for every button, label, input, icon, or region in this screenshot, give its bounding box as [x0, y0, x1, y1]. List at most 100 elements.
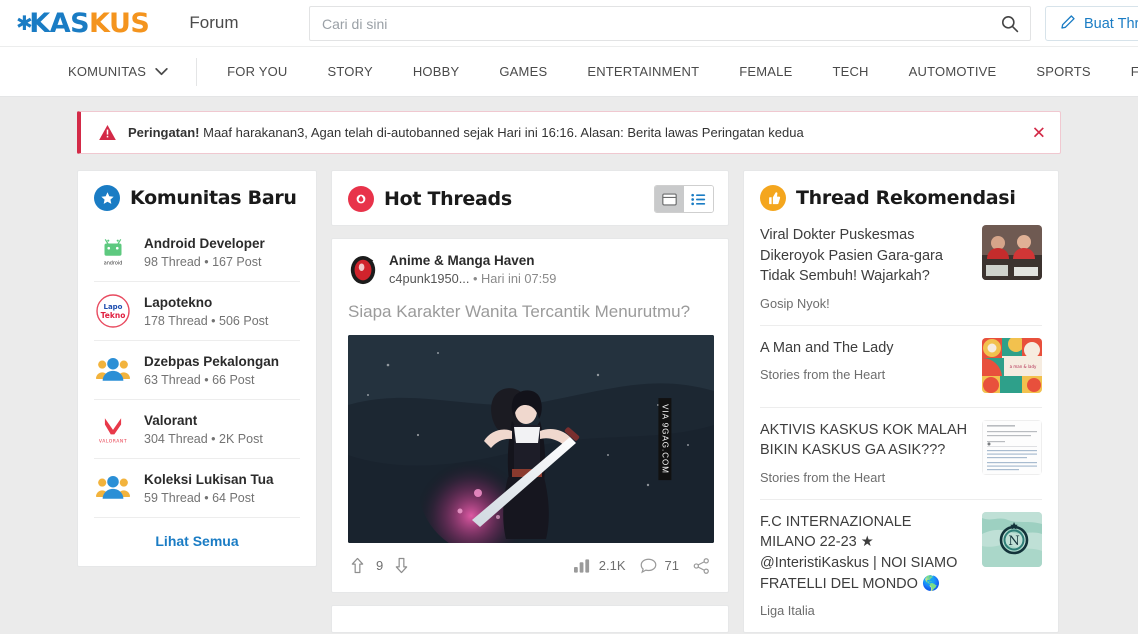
upvote-icon[interactable]: [350, 557, 365, 574]
warning-banner-bold: Peringatan!: [128, 125, 200, 140]
comment-count: 71: [664, 558, 679, 574]
warning-banner-text: Peringatan! Maaf harakanan3, Agan telah …: [128, 125, 804, 140]
thumbnail: [982, 225, 1042, 280]
downvote-icon[interactable]: [394, 557, 409, 574]
nav-komunitas-label: KOMUNITAS: [68, 63, 147, 79]
list-item-text: F.C INTERNAZIONALE MILANO 22-23 ★ @Inter…: [760, 512, 970, 618]
nav-item-for-you[interactable]: FOR YOU: [227, 64, 287, 79]
komunitas-baru-header: Komunitas Baru: [78, 171, 316, 223]
list-item[interactable]: VALORANT Valorant 304 Thread • 2K Post: [94, 400, 300, 459]
list-item[interactable]: Viral Dokter Puskesmas Dikeroyok Pasien …: [760, 223, 1042, 326]
left-sidebar: Komunitas Baru android Android Developer…: [77, 170, 317, 567]
svg-text:a man & lady: a man & lady: [1010, 364, 1037, 369]
thread-header-text: Anime & Manga Haven c4punk1950... • Hari…: [389, 253, 556, 286]
group-icon: [94, 351, 132, 389]
list-item[interactable]: A Man and The Lady Stories from the Hear…: [760, 326, 1042, 408]
svg-text:android: android: [104, 260, 123, 266]
thread-separator: •: [469, 271, 481, 286]
list-item[interactable]: Lapo Tekno Lapotekno 178 Thread • 506 Po…: [94, 282, 300, 341]
thread-image[interactable]: VIA 9GAG.COM: [348, 335, 714, 544]
star-badge-icon: [94, 185, 120, 211]
avatar[interactable]: [348, 255, 378, 285]
views-bar-icon: [573, 558, 591, 573]
list-item[interactable]: android Android Developer 98 Thread • 16…: [94, 223, 300, 282]
thumbnail: a man & lady: [982, 337, 1042, 393]
thread-header: Anime & Manga Haven c4punk1950... • Hari…: [348, 253, 712, 286]
nav-item-story[interactable]: STORY: [328, 64, 373, 79]
warning-triangle-icon: [99, 125, 116, 140]
chevron-down-icon: [155, 58, 168, 86]
warning-banner: Peringatan! Maaf harakanan3, Agan telah …: [77, 111, 1061, 154]
rek-title: AKTIVIS KASKUS KOK MALAH BIKIN KASKUS GA…: [760, 421, 968, 459]
thread-time: Hari ini 07:59: [481, 271, 557, 286]
list-item-text: Valorant 304 Thread • 2K Post: [144, 412, 263, 446]
flame-badge-icon: [348, 186, 374, 212]
nav-item-hobby[interactable]: HOBBY: [413, 64, 460, 79]
next-thread-card[interactable]: [331, 605, 729, 634]
list-item[interactable]: Dzebpas Pekalongan 63 Thread • 66 Post: [94, 341, 300, 400]
android-icon: android: [94, 233, 132, 271]
category-navbar: KOMUNITAS FOR YOU STORY HOBBY GAMES ENTE…: [0, 47, 1138, 97]
hot-threads-header: Hot Threads: [331, 170, 729, 226]
community-name: Android Developer: [144, 235, 265, 251]
thread-actions: 9 2.1K 71: [348, 543, 712, 582]
thread-community-name[interactable]: Anime & Manga Haven: [389, 253, 556, 268]
community-meta: 63 Thread • 66 Post: [144, 373, 255, 388]
community-name: Dzebpas Pekalongan: [144, 353, 280, 369]
hot-threads-column: Hot Threads Anime & Manga Haven c4punk19…: [331, 170, 729, 634]
rek-category: Stories from the Heart: [760, 367, 886, 383]
nav-item-list: FOR YOU STORY HOBBY GAMES ENTERTAINMENT …: [227, 64, 1138, 79]
search-icon[interactable]: [1000, 14, 1019, 33]
rek-title: Viral Dokter Puskesmas Dikeroyok Pasien …: [760, 227, 943, 285]
rek-title: A Man and The Lady: [760, 339, 894, 356]
top-header: ✱KASKUS Forum Buat Thread: [0, 0, 1138, 47]
list-item-text: Viral Dokter Puskesmas Dikeroyok Pasien …: [760, 225, 970, 311]
nav-item-sports[interactable]: SPORTS: [1036, 64, 1090, 79]
search-input[interactable]: [309, 6, 1031, 41]
list-item-text: Koleksi Lukisan Tua 59 Thread • 64 Post: [144, 471, 274, 505]
forum-label[interactable]: Forum: [189, 13, 238, 33]
search-container: [309, 6, 1031, 41]
nav-item-games[interactable]: GAMES: [499, 64, 547, 79]
nav-item-food-travel[interactable]: FOOD & TRAVEL: [1131, 64, 1138, 79]
thread-card: Anime & Manga Haven c4punk1950... • Hari…: [331, 238, 729, 594]
warning-banner-body: Maaf harakanan3, Agan telah di-autobanne…: [199, 125, 804, 140]
card-view-button[interactable]: [655, 186, 684, 212]
close-icon[interactable]: ✕: [1032, 124, 1046, 141]
community-name: Koleksi Lukisan Tua: [144, 471, 274, 487]
views-count: 2.1K: [598, 558, 626, 574]
valorant-icon: VALORANT: [94, 410, 132, 448]
list-item[interactable]: F.C INTERNAZIONALE MILANO 22-23 ★ @Inter…: [760, 500, 1042, 632]
view-toggle: [654, 185, 714, 213]
nav-item-automotive[interactable]: AUTOMOTIVE: [909, 64, 997, 79]
nav-komunitas-dropdown[interactable]: KOMUNITAS: [68, 57, 198, 86]
thumbnail: [982, 419, 1042, 475]
see-all-link[interactable]: Lihat Semua: [78, 518, 316, 566]
nav-item-female[interactable]: FEMALE: [739, 64, 792, 79]
thumbnail: N: [982, 511, 1042, 567]
rekomendasi-title: Thread Rekomendasi: [796, 187, 1016, 209]
hot-threads-title: Hot Threads: [384, 188, 512, 210]
nav-item-entertainment[interactable]: ENTERTAINMENT: [587, 64, 699, 79]
list-item[interactable]: AKTIVIS KASKUS KOK MALAH BIKIN KASKUS GA…: [760, 408, 1042, 500]
thread-title[interactable]: Siapa Karakter Wanita Tercantik Menurutm…: [348, 301, 712, 323]
share-icon[interactable]: [693, 557, 710, 574]
kaskus-logo[interactable]: ✱ KAS KUS: [16, 7, 150, 39]
thread-author[interactable]: c4punk1950...: [389, 271, 469, 286]
logo-kus-text: KUS: [89, 7, 150, 39]
community-name: Valorant: [144, 412, 198, 428]
list-view-button[interactable]: [684, 186, 713, 212]
main-content: Komunitas Baru android Android Developer…: [77, 170, 1061, 634]
logo-kas-text: KAS: [29, 7, 90, 39]
rekomendasi-header: Thread Rekomendasi: [744, 171, 1058, 223]
community-name: Lapotekno: [144, 294, 213, 310]
comment-icon[interactable]: [640, 558, 657, 574]
community-meta: 304 Thread • 2K Post: [144, 432, 263, 447]
rek-category: Gosip Nyok!: [760, 295, 830, 311]
rek-category: Liga Italia: [760, 603, 815, 619]
create-thread-button[interactable]: Buat Thread: [1045, 6, 1138, 41]
nav-item-tech[interactable]: TECH: [832, 64, 868, 79]
rek-category: Stories from the Heart: [760, 469, 886, 485]
komunitas-baru-card: Komunitas Baru android Android Developer…: [77, 170, 317, 567]
list-item[interactable]: Koleksi Lukisan Tua 59 Thread • 64 Post: [94, 459, 300, 518]
